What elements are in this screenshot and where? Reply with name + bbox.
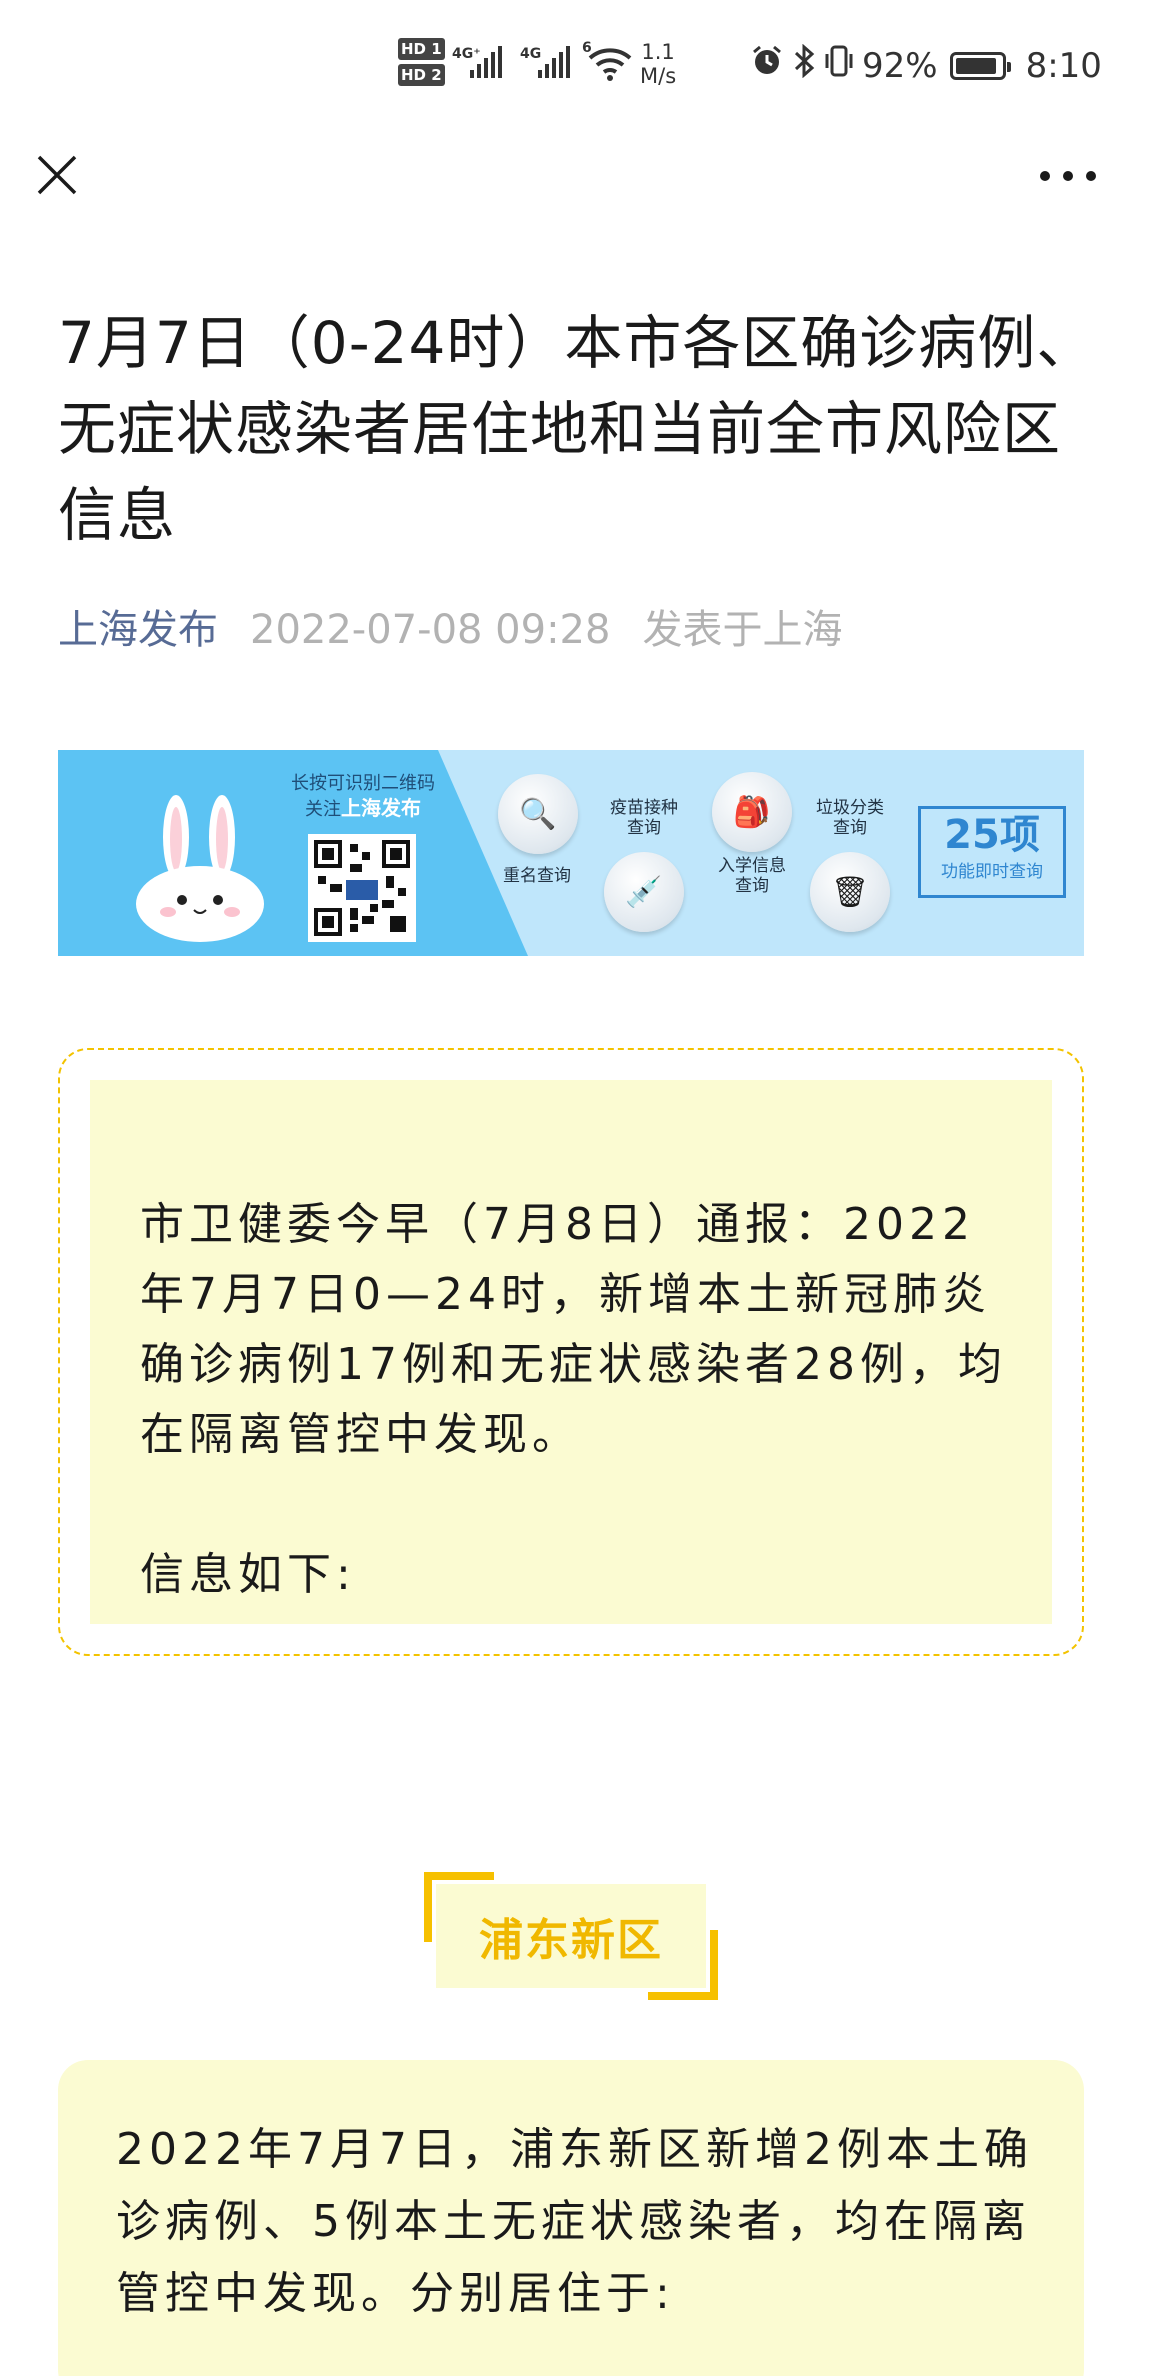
qr-caption: 长按可识别二维码 关注上海发布 (290, 772, 436, 822)
notice-frame: 市卫健委今早（7月8日）通报：2022年7月7日0—24时，新增本土新冠肺炎确诊… (58, 1048, 1084, 1656)
syringe-icon[interactable]: 💉 (604, 852, 684, 932)
notice-subtitle: 信息如下: (140, 1549, 356, 1600)
district-heading: 浦东新区 (424, 1872, 718, 2000)
item-vaccine: 疫苗接种查询 (610, 798, 678, 838)
item-name-search: 重名查询 (503, 866, 571, 886)
article-meta: 上海发布 2022-07-08 09:28 发表于上海 (58, 600, 842, 660)
article-title: 7月7日（0-24时）本市各区确诊病例、无症状感染者居住地和当前全市风险区信息 (58, 309, 1096, 549)
item-school: 入学信息查询 (718, 856, 786, 896)
speed-unit: M/s (640, 64, 677, 88)
notice-panel: 市卫健委今早（7月8日）通报：2022年7月7日0—24时，新增本土新冠肺炎确诊… (90, 1080, 1052, 1624)
close-icon[interactable] (36, 154, 78, 196)
battery-icon (949, 51, 1011, 80)
qr-caption-prefix: 关注 (305, 799, 341, 820)
qr-code-icon[interactable] (308, 834, 416, 942)
qr-caption-line1: 长按可识别二维码 (291, 773, 435, 794)
network-speed: 1.1 M/s (640, 40, 676, 88)
feature-count-box[interactable]: 25项 功能即时查询 (918, 806, 1066, 898)
notice-text: 市卫健委今早（7月8日）通报：2022年7月7日0—24时，新增本土新冠肺炎确诊… (140, 1199, 1007, 1460)
backpack-icon[interactable]: 🎒 (712, 772, 792, 852)
wifi-icon: 6 (582, 40, 632, 86)
publish-date: 2022-07-08 09:28 (250, 607, 611, 653)
author-link[interactable]: 上海发布 (58, 600, 218, 660)
qr-caption-brand: 上海发布 (341, 796, 421, 820)
more-icon[interactable] (1040, 166, 1096, 186)
speed-value: 1.1 (641, 40, 675, 64)
publish-location: 发表于上海 (642, 607, 843, 653)
name-search-icon[interactable]: 🔍 (498, 774, 578, 854)
promo-banner[interactable]: 长按可识别二维码 关注上海发布 🔍 重名查询 疫苗接种查询 💉 🎒 入学信息查询… (58, 750, 1084, 956)
bunny-mascot-icon (130, 792, 270, 942)
status-right: 92% 8:10 (750, 43, 1102, 87)
district-body-text: 2022年7月7日，浦东新区新增2例本土确诊病例、5例本土无症状感染者，均在隔离… (116, 2124, 1033, 2319)
feature-count-sub: 功能即时查询 (941, 862, 1043, 882)
item-garbage: 垃圾分类查询 (816, 798, 884, 838)
status-bar: HD 1 HD 2 4G⁺ 4G 6 1.1 M/s 92% 8:10 (0, 0, 1152, 136)
district-heading-label: 浦东新区 (436, 1884, 706, 1988)
trash-bin-icon[interactable]: 🗑 (810, 852, 890, 932)
hd2-badge: HD 2 (398, 64, 445, 86)
feature-count: 25项 (944, 812, 1040, 858)
vibrate-icon (824, 44, 854, 87)
battery-fill (955, 57, 996, 74)
alarm-icon (750, 44, 784, 87)
clock: 8:10 (1025, 45, 1102, 86)
battery-percent: 92% (862, 45, 938, 86)
bluetooth-icon (792, 43, 816, 87)
hd-indicator: HD 1 HD 2 (398, 38, 445, 90)
hd1-badge: HD 1 (398, 38, 445, 60)
wifi-tag: 6 (582, 40, 592, 56)
district-card: 2022年7月7日，浦东新区新增2例本土确诊病例、5例本土无症状感染者，均在隔离… (58, 2060, 1084, 2376)
